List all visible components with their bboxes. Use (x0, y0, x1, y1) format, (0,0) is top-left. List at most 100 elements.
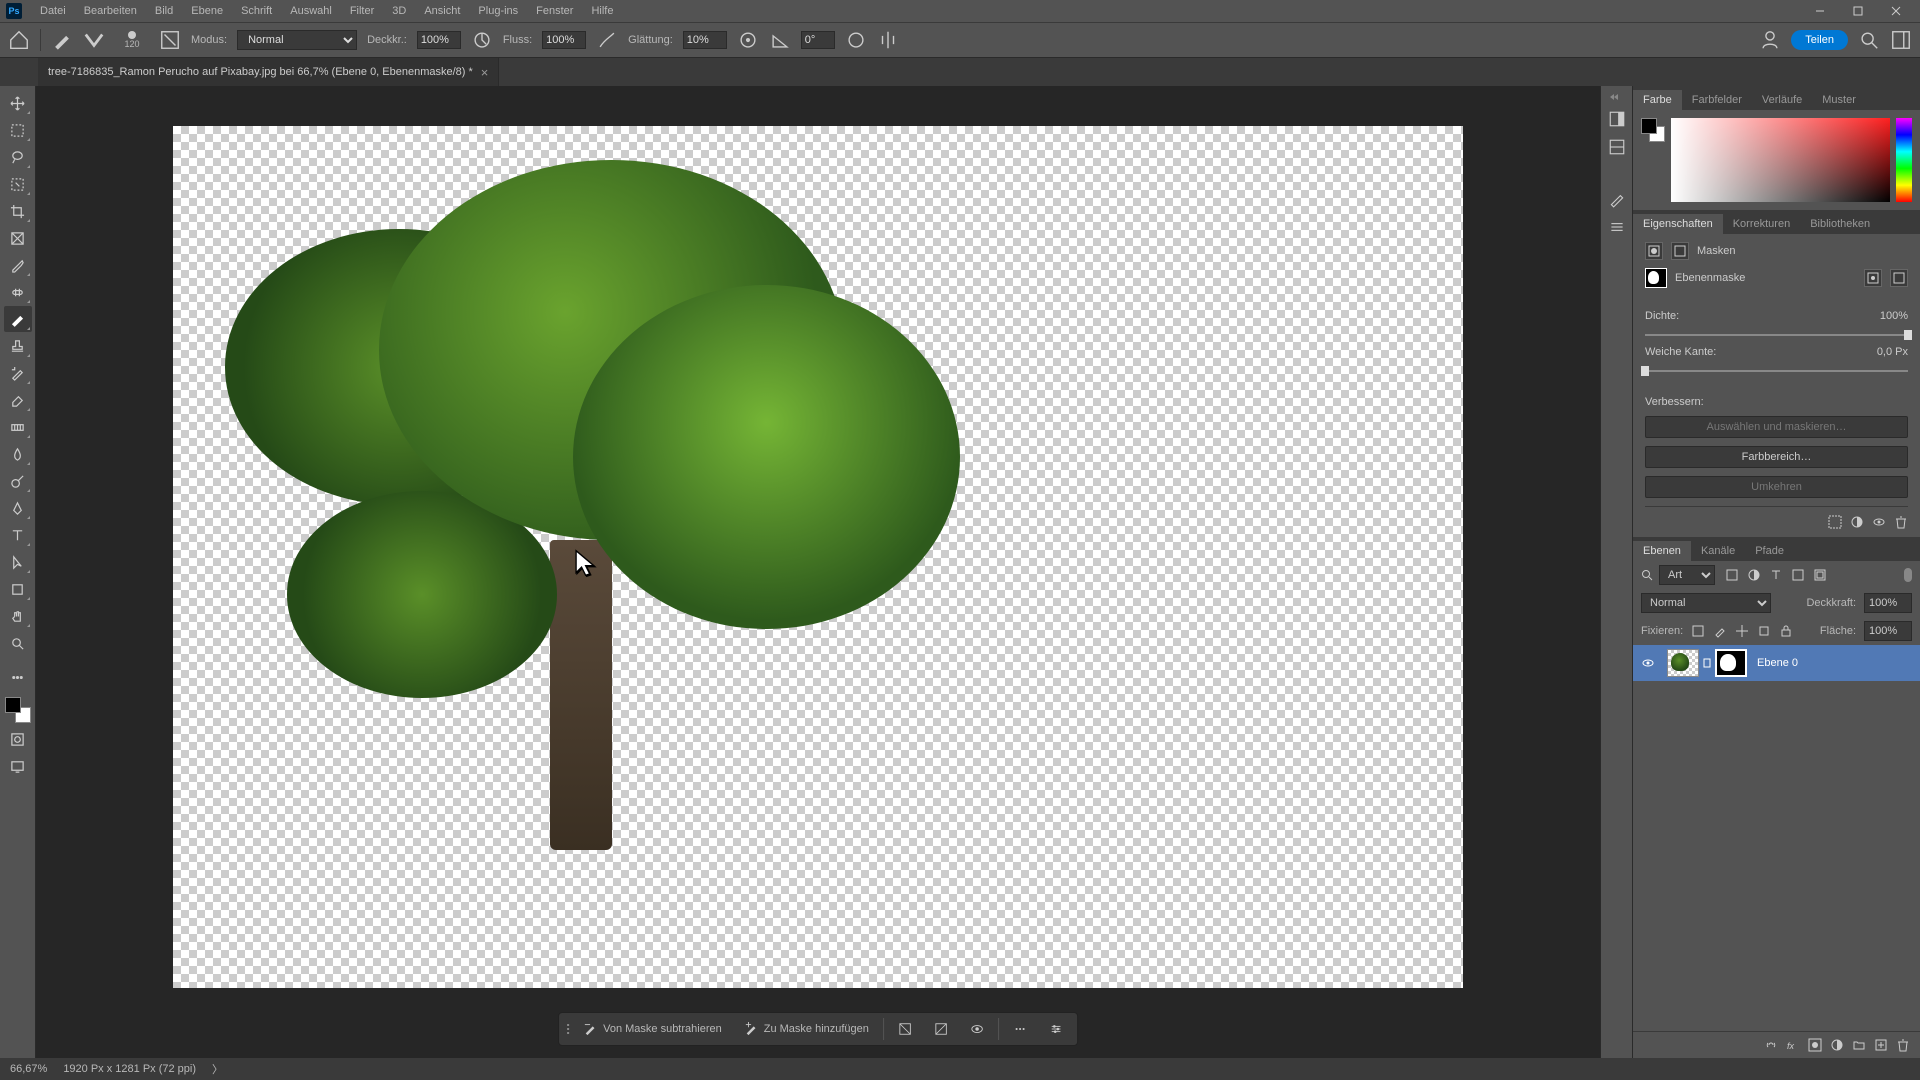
frame-tool[interactable] (4, 225, 32, 251)
tab-pfade[interactable]: Pfade (1745, 541, 1794, 561)
layer-fill-input[interactable] (1864, 621, 1912, 641)
canvas[interactable] (173, 126, 1463, 988)
brush-preview[interactable]: 120 (115, 26, 149, 54)
lasso-tool[interactable] (4, 144, 32, 170)
menu-plugins[interactable]: Plug-ins (470, 2, 526, 20)
filter-adjust-icon[interactable] (1747, 568, 1761, 582)
layer-opacity-input[interactable] (1864, 593, 1912, 613)
size-pressure-icon[interactable] (845, 29, 867, 51)
layer-row[interactable]: Ebene 0 (1633, 645, 1920, 681)
menu-bearbeiten[interactable]: Bearbeiten (76, 2, 145, 20)
zoom-level[interactable]: 66,67% (10, 1063, 47, 1075)
dropdown-icon[interactable] (83, 29, 105, 51)
layer-filter-select[interactable]: Art (1659, 565, 1715, 585)
chevron-right-icon[interactable]: 〉 (212, 1061, 223, 1077)
menu-schrift[interactable]: Schrift (233, 2, 280, 20)
share-button[interactable]: Teilen (1791, 30, 1848, 50)
filter-pixel-icon[interactable] (1725, 568, 1739, 582)
group-icon[interactable] (1852, 1038, 1866, 1052)
menu-ansicht[interactable]: Ansicht (416, 2, 468, 20)
color-field[interactable] (1671, 118, 1890, 202)
history-brush-tool[interactable] (4, 360, 32, 386)
angle-icon[interactable] (769, 29, 791, 51)
more-icon[interactable] (1003, 1017, 1037, 1041)
mask-thumbnail-small[interactable] (1645, 268, 1667, 288)
window-close[interactable] (1878, 0, 1914, 22)
brush-tool[interactable] (4, 306, 32, 332)
fx-icon[interactable]: fx (1786, 1038, 1800, 1052)
color-swatches[interactable] (1641, 118, 1665, 142)
object-select-tool[interactable] (4, 171, 32, 197)
new-layer-icon[interactable] (1874, 1038, 1888, 1052)
hand-tool[interactable] (4, 603, 32, 629)
subtract-from-mask-button[interactable]: Von Maske subtrahieren (573, 1017, 732, 1041)
menu-filter[interactable]: Filter (342, 2, 382, 20)
expand-icon[interactable] (1609, 92, 1619, 104)
opacity-input[interactable] (417, 31, 461, 49)
feather-slider[interactable] (1645, 370, 1908, 372)
type-tool[interactable] (4, 522, 32, 548)
filter-type-icon[interactable] (1769, 568, 1783, 582)
path-select-tool[interactable] (4, 549, 32, 575)
blur-tool[interactable] (4, 441, 32, 467)
home-icon[interactable] (8, 29, 30, 51)
mask-disable-icon[interactable] (924, 1017, 958, 1041)
layer-thumbnail[interactable] (1667, 649, 1699, 677)
document-tab[interactable]: tree-7186835_Ramon Perucho auf Pixabay.j… (38, 58, 499, 86)
lock-paint-icon[interactable] (1713, 624, 1727, 638)
menu-3d[interactable]: 3D (384, 2, 414, 20)
menu-fenster[interactable]: Fenster (528, 2, 581, 20)
panel-icon-2[interactable] (1608, 138, 1626, 156)
pen-tool[interactable] (4, 495, 32, 521)
apply-mask-icon[interactable] (1850, 515, 1864, 529)
edit-toolbar[interactable] (4, 664, 32, 690)
search-icon[interactable] (1641, 569, 1653, 581)
screen-mode-icon[interactable] (4, 753, 32, 779)
window-maximize[interactable] (1840, 0, 1876, 22)
foreground-background-colors[interactable] (3, 695, 33, 725)
heal-tool[interactable] (4, 279, 32, 305)
brush-settings-icon[interactable] (159, 29, 181, 51)
lock-all-icon[interactable] (1779, 624, 1793, 638)
angle-input[interactable] (801, 31, 835, 49)
vector-mask-icon[interactable] (1671, 242, 1689, 260)
move-tool[interactable] (4, 90, 32, 116)
shape-tool[interactable] (4, 576, 32, 602)
symmetry-icon[interactable] (877, 29, 899, 51)
airbrush-icon[interactable] (596, 29, 618, 51)
visibility-icon[interactable] (1641, 656, 1655, 670)
tab-korrekturen[interactable]: Korrekturen (1723, 214, 1800, 234)
mask-view-icon[interactable] (960, 1017, 994, 1041)
add-vector-mask-icon[interactable] (1890, 269, 1908, 287)
filter-shape-icon[interactable] (1791, 568, 1805, 582)
filter-toggle[interactable] (1904, 568, 1912, 582)
eraser-tool[interactable] (4, 387, 32, 413)
settings-icon[interactable] (1039, 1017, 1073, 1041)
tab-verlaeufe[interactable]: Verläufe (1752, 90, 1812, 110)
opacity-pressure-icon[interactable] (471, 29, 493, 51)
smoothing-settings-icon[interactable] (737, 29, 759, 51)
tool-preset-icon[interactable] (51, 29, 73, 51)
tab-bibliotheken[interactable]: Bibliotheken (1800, 214, 1880, 234)
delete-layer-icon[interactable] (1896, 1038, 1910, 1052)
menu-datei[interactable]: Datei (32, 2, 74, 20)
flow-input[interactable] (542, 31, 586, 49)
menu-bild[interactable]: Bild (147, 2, 181, 20)
mask-thumbnail[interactable] (1715, 649, 1747, 677)
menu-hilfe[interactable]: Hilfe (583, 2, 621, 20)
disable-mask-icon[interactable] (1872, 515, 1886, 529)
load-selection-icon[interactable] (1828, 515, 1842, 529)
color-range-button[interactable]: Farbbereich… (1645, 446, 1908, 468)
quick-mask-icon[interactable] (4, 726, 32, 752)
add-to-mask-button[interactable]: Zu Maske hinzufügen (734, 1017, 879, 1041)
gradient-tool[interactable] (4, 414, 32, 440)
lock-nest-icon[interactable] (1757, 624, 1771, 638)
menu-ebene[interactable]: Ebene (183, 2, 231, 20)
pixel-mask-icon[interactable] (1645, 242, 1663, 260)
tab-farbfelder[interactable]: Farbfelder (1682, 90, 1752, 110)
invite-icon[interactable] (1759, 29, 1781, 51)
invert-button[interactable]: Umkehren (1645, 476, 1908, 498)
filter-smart-icon[interactable] (1813, 568, 1827, 582)
canvas-area[interactable]: Von Maske subtrahieren Zu Maske hinzufüg… (36, 86, 1600, 1058)
delete-mask-icon[interactable] (1894, 515, 1908, 529)
